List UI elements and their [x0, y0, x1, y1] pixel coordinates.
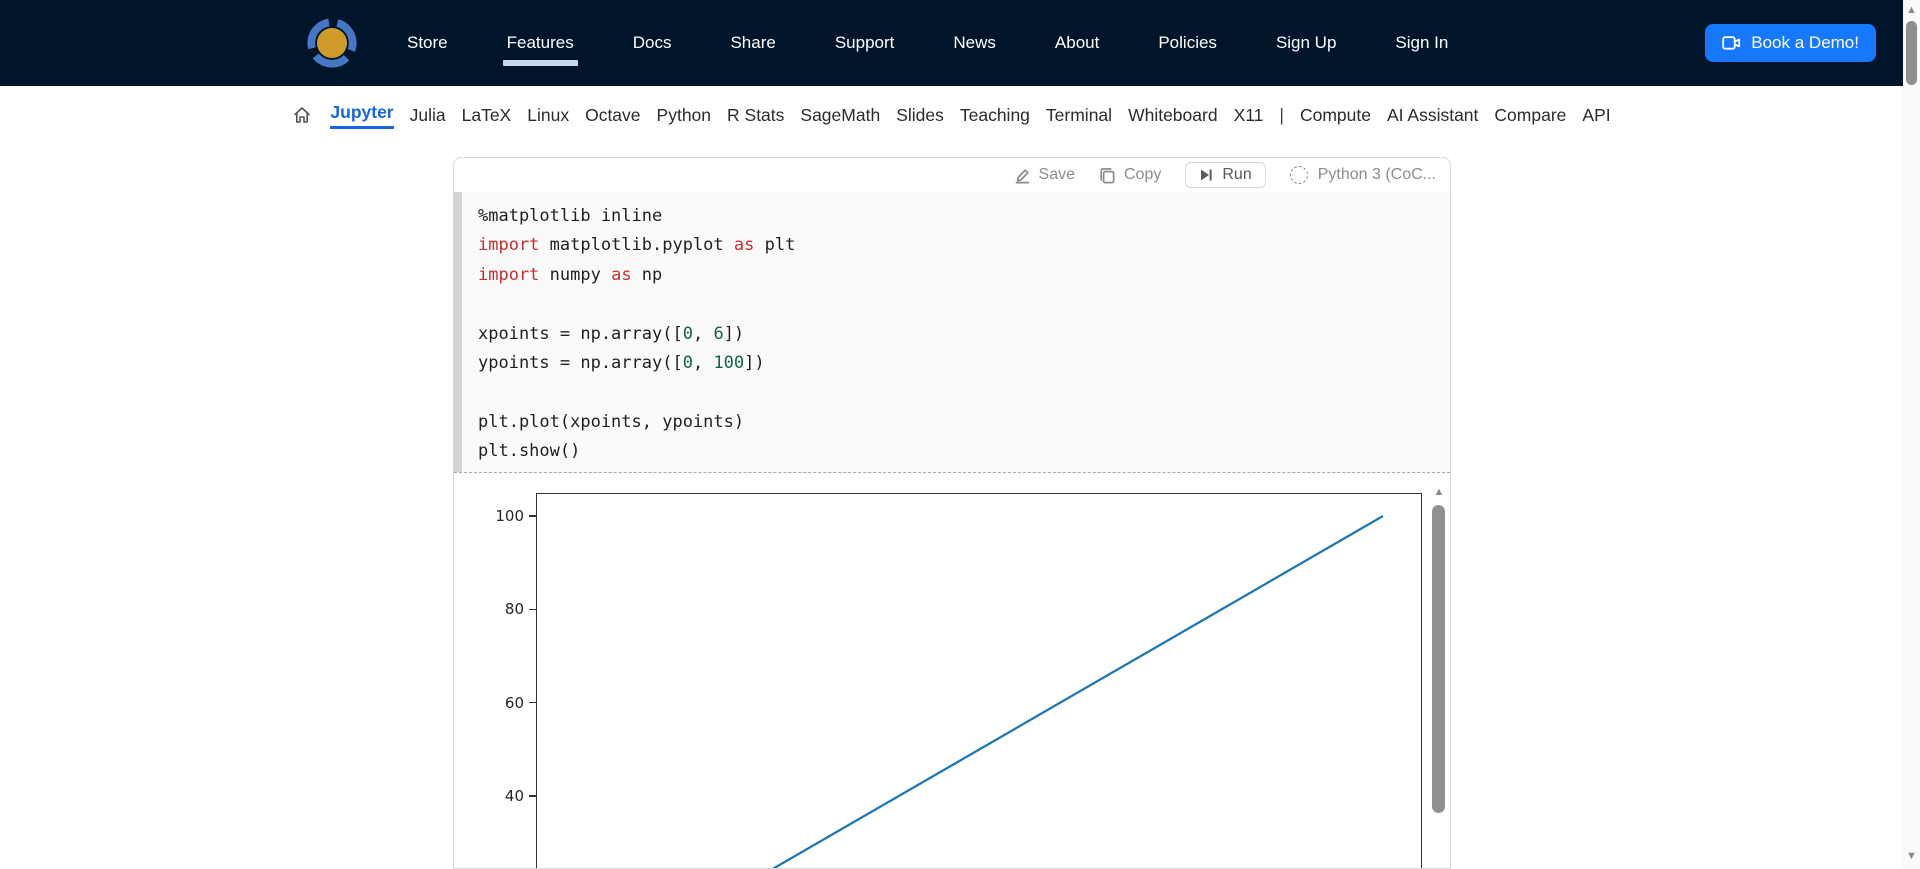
tab-r-stats[interactable]: R Stats — [727, 105, 784, 126]
output-scrollbar-thumb[interactable] — [1432, 505, 1445, 813]
tab-slides[interactable]: Slides — [896, 105, 944, 126]
save-button[interactable]: Save — [1014, 166, 1075, 184]
nav-item-share[interactable]: Share — [730, 33, 775, 53]
code-block: %matplotlib inline import matplotlib.pypl… — [478, 202, 1430, 467]
code-line: import matplotlib.pyplot as plt — [478, 235, 796, 256]
site-header: Store Features Docs Share Support News A… — [0, 0, 1903, 86]
code-line: import numpy as np — [478, 264, 663, 285]
output-scrollbar[interactable]: ▲ — [1431, 474, 1447, 868]
page-scrollbar-thumb[interactable] — [1906, 21, 1917, 85]
home-icon[interactable] — [292, 105, 312, 125]
tab-terminal[interactable]: Terminal — [1046, 105, 1112, 126]
editor-gutter — [454, 192, 462, 472]
video-camera-icon — [1722, 36, 1741, 50]
tab-octave[interactable]: Octave — [585, 105, 640, 126]
tab-compute[interactable]: Compute — [1300, 105, 1371, 126]
tab-teaching[interactable]: Teaching — [960, 105, 1030, 126]
tab-jupyter[interactable]: Jupyter — [330, 102, 394, 129]
tab-sagemath[interactable]: SageMath — [800, 105, 880, 126]
nav-item-about[interactable]: About — [1055, 33, 1099, 53]
code-line: xpoints = np.array([0, 6]) — [478, 323, 745, 344]
nav-item-support[interactable]: Support — [835, 33, 895, 53]
nav-item-signup[interactable]: Sign Up — [1276, 33, 1336, 53]
cocalc-logo[interactable] — [303, 14, 361, 72]
scroll-down-icon[interactable]: ▼ — [1903, 850, 1920, 862]
nav-separator: | — [1279, 104, 1284, 125]
cell-output: 100 80 60 40 ▲ — [454, 474, 1450, 868]
tab-compare[interactable]: Compare — [1494, 105, 1566, 126]
code-line: plt.show() — [478, 441, 581, 462]
tab-linux[interactable]: Linux — [527, 105, 569, 126]
copy-icon — [1100, 167, 1115, 183]
step-forward-icon — [1201, 169, 1212, 181]
nav-item-features[interactable]: Features — [502, 33, 578, 66]
scroll-up-icon[interactable]: ▲ — [1903, 4, 1920, 16]
jupyter-code-widget: Save Copy Run Python 3 (CoC... %matplotl… — [453, 157, 1451, 869]
book-demo-button[interactable]: Book a Demo! — [1705, 24, 1876, 62]
tab-julia[interactable]: Julia — [410, 105, 446, 126]
nav-item-store[interactable]: Store — [407, 33, 448, 53]
run-label: Run — [1222, 166, 1252, 183]
tab-whiteboard[interactable]: Whiteboard — [1128, 105, 1218, 126]
feature-nav: Jupyter Julia LaTeX Linux Octave Python … — [0, 86, 1903, 144]
code-editor[interactable]: %matplotlib inline import matplotlib.pypl… — [454, 192, 1450, 473]
page-scrollbar[interactable]: ▲ ▼ — [1903, 0, 1920, 869]
copy-button[interactable]: Copy — [1099, 166, 1161, 184]
nav-item-docs[interactable]: Docs — [633, 33, 672, 53]
jupyter-kernel-icon — [1289, 166, 1308, 184]
code-line: ypoints = np.array([0, 100]) — [478, 353, 765, 374]
tab-python[interactable]: Python — [657, 105, 711, 126]
tab-ai-assistant[interactable]: AI Assistant — [1387, 105, 1478, 126]
kernel-selector[interactable]: Python 3 (CoC... — [1289, 166, 1436, 184]
save-label: Save — [1038, 166, 1075, 183]
code-line: %matplotlib inline — [478, 206, 663, 226]
book-demo-label: Book a Demo! — [1751, 33, 1859, 52]
edit-pencil-icon — [1015, 168, 1029, 183]
scroll-up-icon[interactable]: ▲ — [1431, 487, 1447, 498]
copy-label: Copy — [1124, 166, 1162, 183]
tab-x11[interactable]: X11 — [1234, 105, 1264, 126]
code-line: plt.plot(xpoints, ypoints) — [478, 411, 745, 432]
nav-item-signin[interactable]: Sign In — [1395, 33, 1448, 53]
kernel-label: Python 3 (CoC... — [1317, 166, 1436, 183]
main-nav: Store Features Docs Share Support News A… — [407, 33, 1448, 66]
editor-toolbar: Save Copy Run Python 3 (CoC... — [454, 158, 1450, 192]
tab-api[interactable]: API — [1582, 105, 1610, 126]
tab-latex[interactable]: LaTeX — [462, 105, 512, 126]
plot-line — [771, 515, 1384, 868]
run-button[interactable]: Run — [1185, 162, 1266, 188]
nav-item-policies[interactable]: Policies — [1158, 33, 1217, 53]
nav-item-news[interactable]: News — [953, 33, 996, 53]
